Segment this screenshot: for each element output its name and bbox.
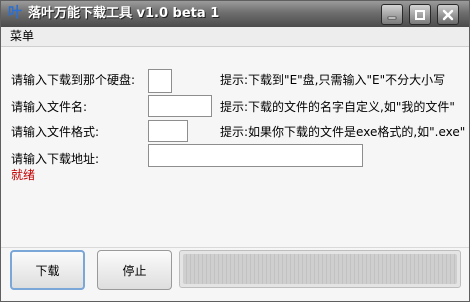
- maximize-button[interactable]: [409, 4, 431, 25]
- menu-bar: 菜单: [1, 27, 469, 47]
- filename-input[interactable]: [148, 95, 212, 117]
- separator: [1, 247, 469, 248]
- window-title: 落叶万能下载工具 v1.0 beta 1: [28, 6, 220, 21]
- minimize-icon: [387, 16, 397, 19]
- minimize-button[interactable]: [381, 4, 403, 25]
- stop-button[interactable]: 停止: [97, 250, 172, 290]
- url-label: 请输入下载地址:: [11, 152, 100, 166]
- format-label: 请输入文件格式:: [11, 125, 100, 139]
- drive-label: 请输入下载到那个硬盘:: [11, 73, 136, 87]
- download-progress-bar: [179, 250, 461, 288]
- status-text: 就绪: [11, 168, 36, 182]
- app-leaf-icon: 叶: [8, 5, 22, 21]
- drive-tip: 提示:下载到"E"盘,只需输入"E"不分大小写: [220, 73, 446, 87]
- progress-track: [183, 254, 457, 284]
- app-window: 叶 落叶万能下载工具 v1.0 beta 1 菜单 请输入下载到那个硬盘: 提示…: [0, 0, 470, 302]
- close-icon: [442, 9, 454, 20]
- maximize-icon: [415, 9, 425, 20]
- url-input[interactable]: [148, 144, 363, 167]
- filename-label: 请输入文件名:: [11, 100, 88, 114]
- filename-tip: 提示:下载的文件的名字自定义,如"我的文件": [220, 100, 455, 114]
- title-bar[interactable]: 叶 落叶万能下载工具 v1.0 beta 1: [1, 1, 469, 27]
- menu-item-main[interactable]: 菜单: [10, 29, 34, 44]
- format-input[interactable]: [148, 120, 188, 142]
- format-tip: 提示:如果你下载的文件是exe格式的,如".exe": [220, 125, 466, 139]
- download-button[interactable]: 下载: [10, 250, 85, 290]
- close-button[interactable]: [437, 4, 459, 25]
- drive-input[interactable]: [148, 69, 172, 93]
